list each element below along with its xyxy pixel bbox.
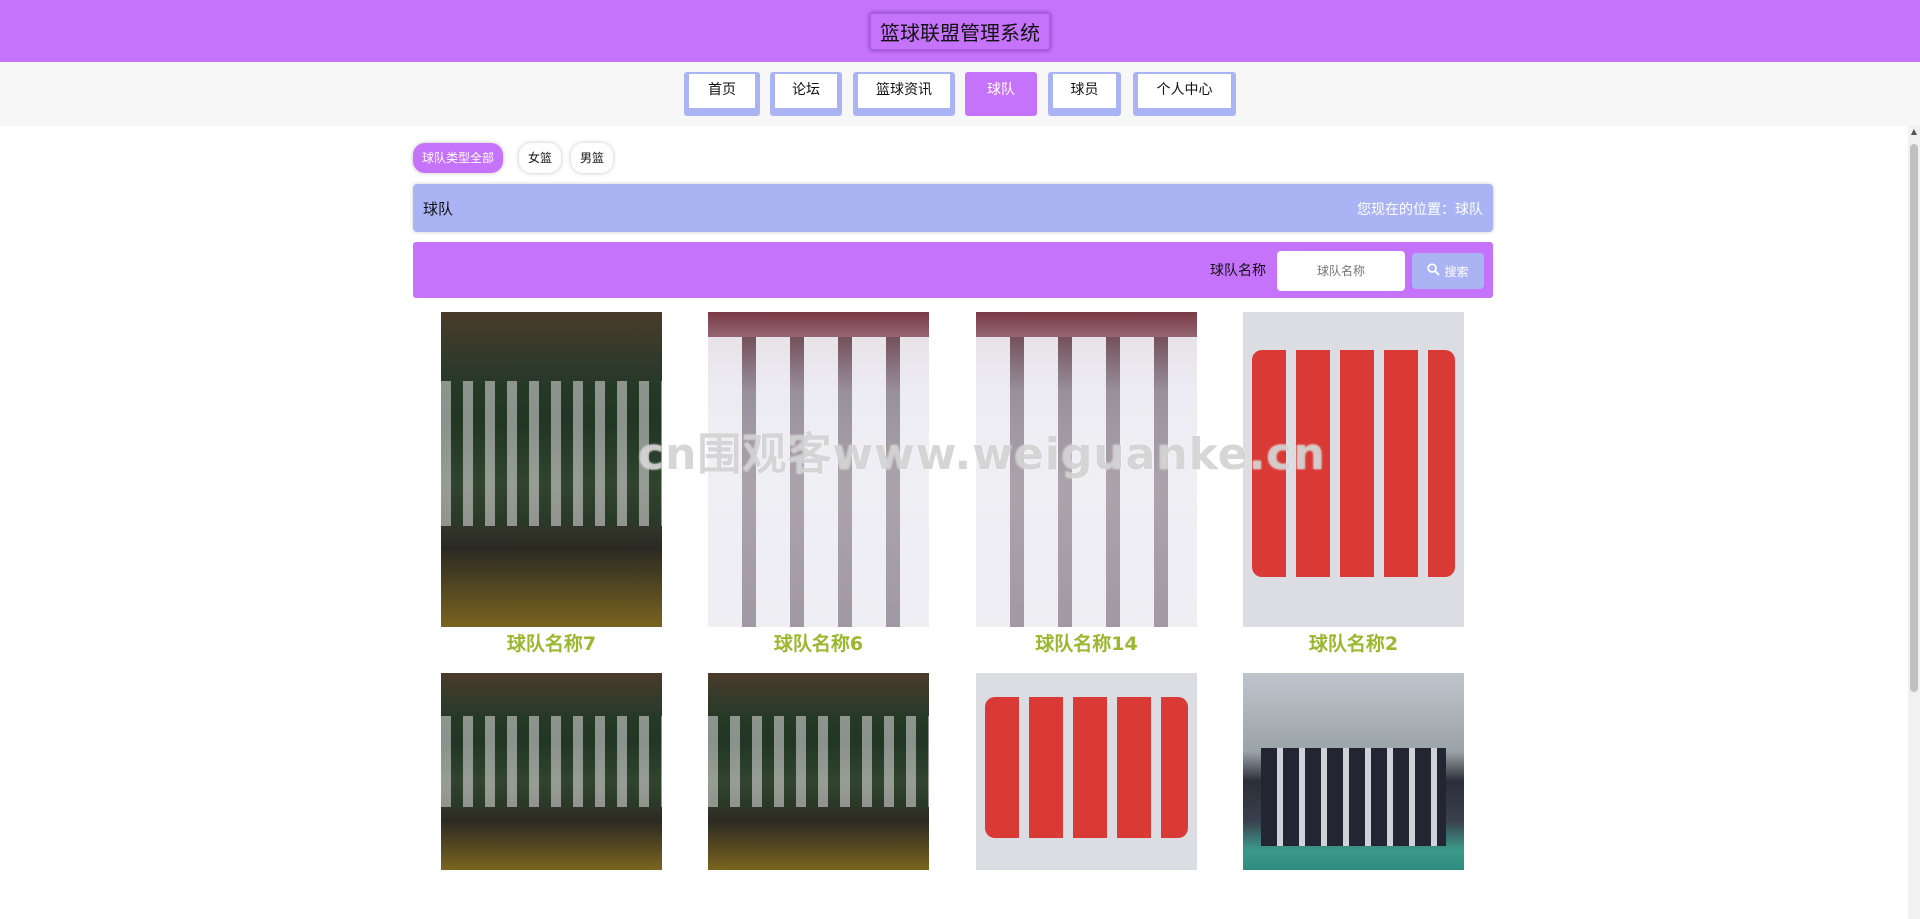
team-card[interactable] (976, 673, 1197, 872)
team-photo[interactable] (976, 312, 1197, 627)
page-scrollbar[interactable]: ▲ (1908, 126, 1920, 919)
team-card[interactable] (708, 673, 929, 872)
team-card[interactable]: 球队名称6 (708, 312, 929, 656)
app-header: 篮球联盟管理系统 (0, 0, 1920, 62)
team-name[interactable]: 球队名称14 (976, 629, 1197, 656)
main-nav: 首页 论坛 篮球资讯 球队 球员 个人中心 (0, 62, 1920, 126)
team-card[interactable]: 球队名称2 (1243, 312, 1464, 656)
team-card[interactable]: 球队名称7 (441, 312, 662, 656)
team-card[interactable] (441, 673, 662, 872)
team-photo[interactable] (708, 673, 929, 870)
search-label: 球队名称 (1210, 263, 1266, 279)
scrollbar-thumb[interactable] (1910, 144, 1918, 692)
team-photo[interactable] (441, 673, 662, 870)
team-photo[interactable] (1243, 673, 1464, 870)
search-bar: 球队名称 搜索 (413, 242, 1493, 298)
team-card[interactable]: 球队名称14 (976, 312, 1197, 656)
scroll-up-icon[interactable]: ▲ (1908, 126, 1920, 138)
team-name[interactable]: 球队名称2 (1243, 629, 1464, 656)
nav-home[interactable]: 首页 (684, 72, 760, 116)
nav-teams[interactable]: 球队 (965, 72, 1037, 116)
filter-men[interactable]: 男篮 (571, 143, 614, 173)
nav-profile[interactable]: 个人中心 (1133, 72, 1236, 116)
team-name[interactable]: 球队名称7 (441, 629, 662, 656)
team-photo[interactable] (1243, 312, 1464, 627)
team-card[interactable] (1243, 673, 1464, 872)
team-photo[interactable] (976, 673, 1197, 870)
nav-forum[interactable]: 论坛 (770, 72, 842, 116)
team-photo[interactable] (708, 312, 929, 627)
nav-news[interactable]: 篮球资讯 (853, 72, 955, 116)
search-button[interactable]: 搜索 (1412, 253, 1484, 289)
team-photo[interactable] (441, 312, 662, 627)
search-button-label: 搜索 (1444, 264, 1469, 279)
team-name-input[interactable] (1277, 251, 1405, 291)
section-title: 球队 (423, 200, 454, 218)
current-location: 您现在的位置：球队 (1357, 202, 1483, 218)
filter-all[interactable]: 球队类型全部 (413, 143, 504, 173)
search-icon (1427, 263, 1441, 279)
filter-women[interactable]: 女篮 (519, 143, 562, 173)
app-title: 篮球联盟管理系统 (869, 11, 1051, 51)
team-name[interactable]: 球队名称6 (708, 629, 929, 656)
nav-players[interactable]: 球员 (1048, 72, 1121, 116)
breadcrumb: 球队 您现在的位置：球队 (413, 184, 1493, 232)
